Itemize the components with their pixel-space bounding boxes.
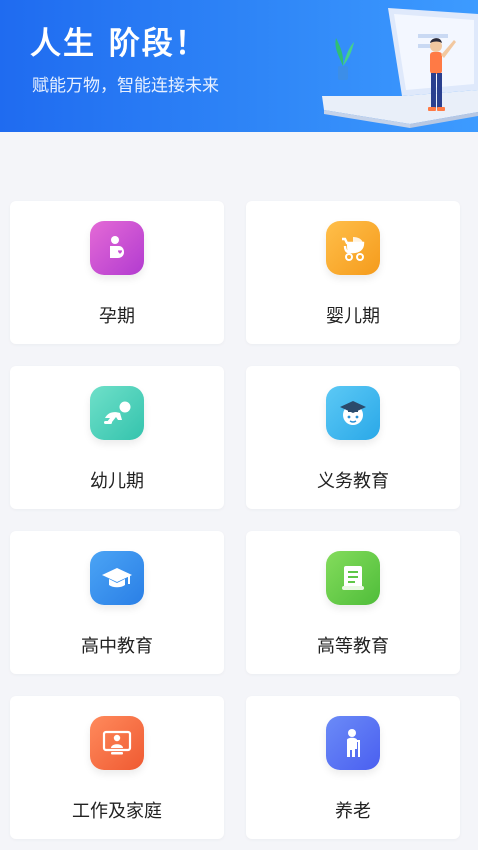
stage-card-compulsory-education[interactable]: 义务教育 — [246, 366, 460, 509]
stage-card-high-school[interactable]: 高中教育 — [10, 531, 224, 674]
stage-label: 养老 — [335, 801, 371, 822]
crawling-baby-icon — [90, 386, 144, 440]
banner-subtitle: 赋能万物，智能连接未来 — [32, 76, 219, 96]
stage-label: 幼儿期 — [90, 471, 144, 492]
stage-card-higher-education[interactable]: 高等教育 — [246, 531, 460, 674]
stage-card-toddler[interactable]: 幼儿期 — [10, 366, 224, 509]
person-laptop-illustration — [322, 8, 478, 128]
stage-card-work-family[interactable]: 工作及家庭 — [10, 696, 224, 839]
stage-label: 婴儿期 — [326, 306, 380, 327]
stage-label: 高等教育 — [317, 636, 389, 657]
stage-label: 工作及家庭 — [72, 801, 162, 822]
baby-stroller-icon — [326, 221, 380, 275]
stage-card-infancy[interactable]: 婴儿期 — [246, 201, 460, 344]
stage-label: 高中教育 — [81, 636, 153, 657]
stage-label: 孕期 — [99, 306, 135, 327]
diploma-icon — [326, 551, 380, 605]
pregnancy-icon — [90, 221, 144, 275]
work-person-icon — [90, 716, 144, 770]
student-cap-icon — [326, 386, 380, 440]
banner-title: 人生 阶段！ — [30, 26, 208, 62]
stage-card-pregnancy[interactable]: 孕期 — [10, 201, 224, 344]
graduation-cap-icon — [90, 551, 144, 605]
stage-label: 义务教育 — [317, 471, 389, 492]
stage-card-retirement[interactable]: 养老 — [246, 696, 460, 839]
header-banner: 人生 阶段！ 赋能万物，智能连接未来 — [0, 0, 478, 132]
elderly-person-icon — [326, 716, 380, 770]
